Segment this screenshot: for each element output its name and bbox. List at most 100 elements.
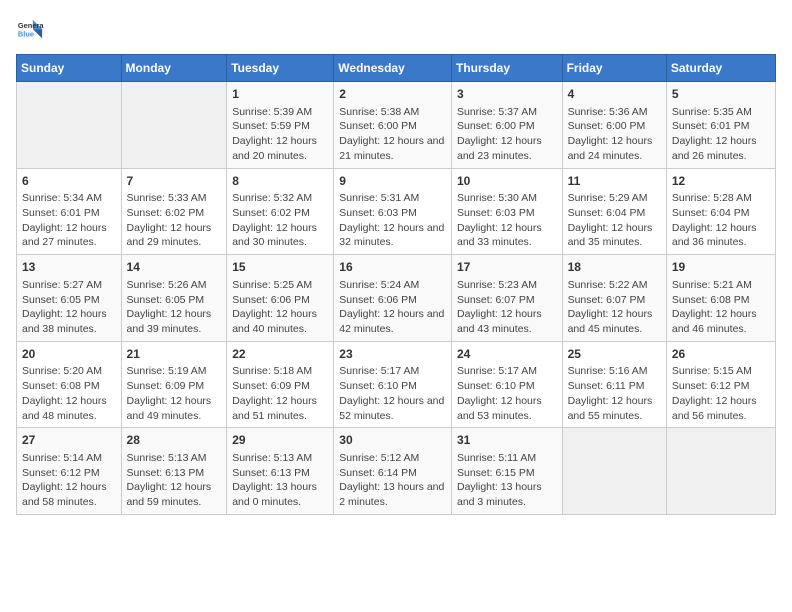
sunrise-label: Sunrise: 5:20 AM <box>22 365 102 377</box>
day-number: 17 <box>457 259 557 276</box>
cell-content: Sunrise: 5:35 AM Sunset: 6:01 PM Dayligh… <box>672 105 770 164</box>
calendar-cell: 2 Sunrise: 5:38 AM Sunset: 6:00 PM Dayli… <box>334 82 452 169</box>
cell-content: Sunrise: 5:18 AM Sunset: 6:09 PM Dayligh… <box>232 364 328 423</box>
cell-content: Sunrise: 5:11 AM Sunset: 6:15 PM Dayligh… <box>457 451 557 510</box>
sunrise-label: Sunrise: 5:28 AM <box>672 192 752 204</box>
sunset-label: Sunset: 6:05 PM <box>22 294 100 306</box>
calendar-cell: 28 Sunrise: 5:13 AM Sunset: 6:13 PM Dayl… <box>121 428 227 515</box>
cell-content: Sunrise: 5:26 AM Sunset: 6:05 PM Dayligh… <box>127 278 222 337</box>
cell-content: Sunrise: 5:30 AM Sunset: 6:03 PM Dayligh… <box>457 191 557 250</box>
day-number: 1 <box>232 86 328 103</box>
cell-content: Sunrise: 5:22 AM Sunset: 6:07 PM Dayligh… <box>568 278 661 337</box>
calendar-cell: 12 Sunrise: 5:28 AM Sunset: 6:04 PM Dayl… <box>666 168 775 255</box>
daylight-label: Daylight: 12 hours and 21 minutes. <box>339 135 444 162</box>
sunset-label: Sunset: 6:14 PM <box>339 467 417 479</box>
calendar-week-2: 6 Sunrise: 5:34 AM Sunset: 6:01 PM Dayli… <box>17 168 776 255</box>
cell-content: Sunrise: 5:28 AM Sunset: 6:04 PM Dayligh… <box>672 191 770 250</box>
sunset-label: Sunset: 5:59 PM <box>232 120 310 132</box>
sunrise-label: Sunrise: 5:16 AM <box>568 365 648 377</box>
cell-content: Sunrise: 5:21 AM Sunset: 6:08 PM Dayligh… <box>672 278 770 337</box>
calendar-header: SundayMondayTuesdayWednesdayThursdayFrid… <box>17 55 776 82</box>
sunrise-label: Sunrise: 5:31 AM <box>339 192 419 204</box>
cell-content: Sunrise: 5:20 AM Sunset: 6:08 PM Dayligh… <box>22 364 116 423</box>
daylight-label: Daylight: 12 hours and 24 minutes. <box>568 135 653 162</box>
day-number: 29 <box>232 432 328 449</box>
sunrise-label: Sunrise: 5:36 AM <box>568 106 648 118</box>
sunset-label: Sunset: 6:06 PM <box>232 294 310 306</box>
calendar-cell: 19 Sunrise: 5:21 AM Sunset: 6:08 PM Dayl… <box>666 255 775 342</box>
calendar-cell: 29 Sunrise: 5:13 AM Sunset: 6:13 PM Dayl… <box>227 428 334 515</box>
daylight-label: Daylight: 12 hours and 38 minutes. <box>22 308 107 335</box>
calendar-cell: 1 Sunrise: 5:39 AM Sunset: 5:59 PM Dayli… <box>227 82 334 169</box>
cell-content: Sunrise: 5:17 AM Sunset: 6:10 PM Dayligh… <box>457 364 557 423</box>
daylight-label: Daylight: 13 hours and 3 minutes. <box>457 481 542 508</box>
cell-content: Sunrise: 5:13 AM Sunset: 6:13 PM Dayligh… <box>232 451 328 510</box>
cell-content: Sunrise: 5:19 AM Sunset: 6:09 PM Dayligh… <box>127 364 222 423</box>
calendar-body: 1 Sunrise: 5:39 AM Sunset: 5:59 PM Dayli… <box>17 82 776 515</box>
cell-content: Sunrise: 5:24 AM Sunset: 6:06 PM Dayligh… <box>339 278 446 337</box>
cell-content: Sunrise: 5:25 AM Sunset: 6:06 PM Dayligh… <box>232 278 328 337</box>
day-number: 22 <box>232 346 328 363</box>
sunrise-label: Sunrise: 5:29 AM <box>568 192 648 204</box>
cell-content: Sunrise: 5:15 AM Sunset: 6:12 PM Dayligh… <box>672 364 770 423</box>
sunrise-label: Sunrise: 5:18 AM <box>232 365 312 377</box>
sunrise-label: Sunrise: 5:12 AM <box>339 452 419 464</box>
day-number: 25 <box>568 346 661 363</box>
calendar-cell: 31 Sunrise: 5:11 AM Sunset: 6:15 PM Dayl… <box>451 428 562 515</box>
daylight-label: Daylight: 12 hours and 43 minutes. <box>457 308 542 335</box>
sunset-label: Sunset: 6:04 PM <box>568 207 646 219</box>
calendar-cell <box>562 428 666 515</box>
sunrise-label: Sunrise: 5:26 AM <box>127 279 207 291</box>
sunset-label: Sunset: 6:12 PM <box>672 380 750 392</box>
calendar-cell: 4 Sunrise: 5:36 AM Sunset: 6:00 PM Dayli… <box>562 82 666 169</box>
daylight-label: Daylight: 12 hours and 59 minutes. <box>127 481 212 508</box>
calendar-cell: 15 Sunrise: 5:25 AM Sunset: 6:06 PM Dayl… <box>227 255 334 342</box>
weekday-header-row: SundayMondayTuesdayWednesdayThursdayFrid… <box>17 55 776 82</box>
daylight-label: Daylight: 12 hours and 29 minutes. <box>127 222 212 249</box>
calendar-cell: 20 Sunrise: 5:20 AM Sunset: 6:08 PM Dayl… <box>17 341 122 428</box>
day-number: 28 <box>127 432 222 449</box>
weekday-header-monday: Monday <box>121 55 227 82</box>
sunrise-label: Sunrise: 5:21 AM <box>672 279 752 291</box>
sunrise-label: Sunrise: 5:34 AM <box>22 192 102 204</box>
cell-content: Sunrise: 5:37 AM Sunset: 6:00 PM Dayligh… <box>457 105 557 164</box>
cell-content: Sunrise: 5:14 AM Sunset: 6:12 PM Dayligh… <box>22 451 116 510</box>
day-number: 24 <box>457 346 557 363</box>
day-number: 31 <box>457 432 557 449</box>
day-number: 4 <box>568 86 661 103</box>
sunset-label: Sunset: 6:11 PM <box>568 380 645 392</box>
day-number: 20 <box>22 346 116 363</box>
day-number: 13 <box>22 259 116 276</box>
sunrise-label: Sunrise: 5:38 AM <box>339 106 419 118</box>
calendar-cell <box>121 82 227 169</box>
calendar-cell: 26 Sunrise: 5:15 AM Sunset: 6:12 PM Dayl… <box>666 341 775 428</box>
daylight-label: Daylight: 12 hours and 26 minutes. <box>672 135 757 162</box>
calendar-cell: 7 Sunrise: 5:33 AM Sunset: 6:02 PM Dayli… <box>121 168 227 255</box>
daylight-label: Daylight: 12 hours and 48 minutes. <box>22 395 107 422</box>
page-header: General Blue <box>16 16 776 44</box>
sunset-label: Sunset: 6:00 PM <box>339 120 417 132</box>
sunset-label: Sunset: 6:07 PM <box>568 294 646 306</box>
daylight-label: Daylight: 12 hours and 23 minutes. <box>457 135 542 162</box>
logo-icon: General Blue <box>16 16 44 44</box>
sunrise-label: Sunrise: 5:22 AM <box>568 279 648 291</box>
daylight-label: Daylight: 12 hours and 36 minutes. <box>672 222 757 249</box>
cell-content: Sunrise: 5:27 AM Sunset: 6:05 PM Dayligh… <box>22 278 116 337</box>
sunset-label: Sunset: 6:10 PM <box>339 380 417 392</box>
cell-content: Sunrise: 5:16 AM Sunset: 6:11 PM Dayligh… <box>568 364 661 423</box>
sunset-label: Sunset: 6:12 PM <box>22 467 100 479</box>
sunrise-label: Sunrise: 5:32 AM <box>232 192 312 204</box>
daylight-label: Daylight: 12 hours and 27 minutes. <box>22 222 107 249</box>
sunrise-label: Sunrise: 5:19 AM <box>127 365 207 377</box>
weekday-header-thursday: Thursday <box>451 55 562 82</box>
daylight-label: Daylight: 12 hours and 51 minutes. <box>232 395 317 422</box>
sunset-label: Sunset: 6:00 PM <box>457 120 535 132</box>
sunset-label: Sunset: 6:06 PM <box>339 294 417 306</box>
day-number: 7 <box>127 173 222 190</box>
svg-text:Blue: Blue <box>18 30 34 39</box>
sunrise-label: Sunrise: 5:15 AM <box>672 365 752 377</box>
day-number: 30 <box>339 432 446 449</box>
daylight-label: Daylight: 12 hours and 20 minutes. <box>232 135 317 162</box>
sunrise-label: Sunrise: 5:30 AM <box>457 192 537 204</box>
day-number: 2 <box>339 86 446 103</box>
